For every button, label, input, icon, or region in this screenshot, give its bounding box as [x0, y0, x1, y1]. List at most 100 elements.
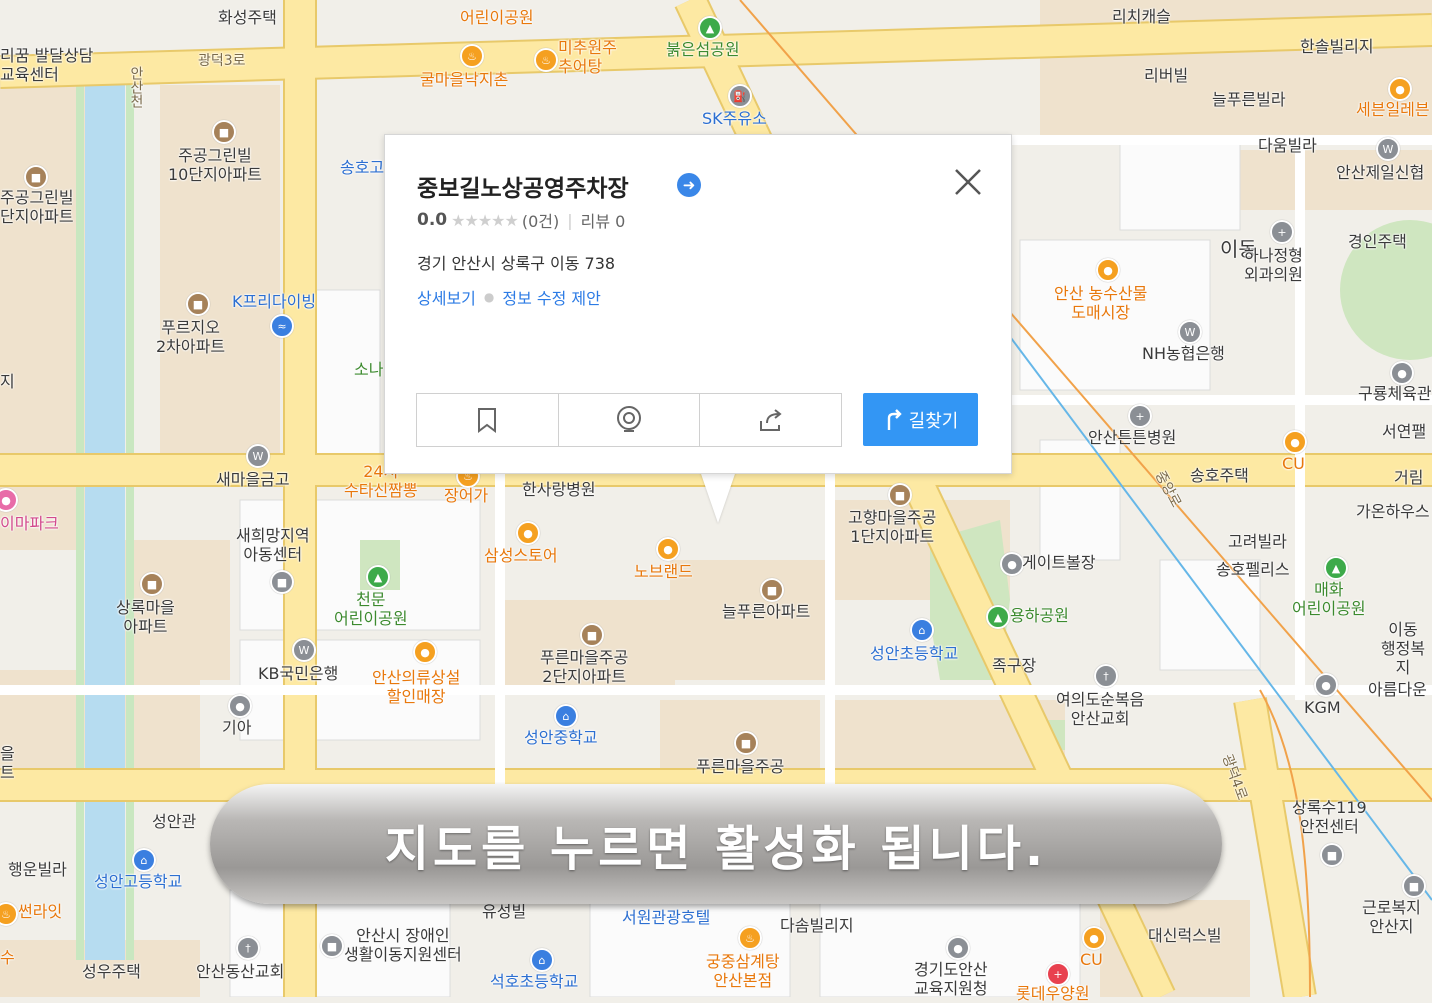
map-label[interactable]: 아름다운 — [1368, 680, 1427, 699]
map-label[interactable]: K프리다이빙 — [232, 292, 316, 311]
roadview-button[interactable] — [559, 394, 701, 446]
map-label[interactable]: 이동 행정복지 — [1374, 620, 1432, 677]
map-label[interactable]: 한솔빌리지 — [1300, 37, 1374, 56]
map-label[interactable]: 미추원주 추어탕 — [558, 38, 617, 76]
map-label[interactable]: 게이트볼장 — [1022, 553, 1096, 572]
school-icon[interactable]: ⌂ — [910, 618, 934, 642]
park-icon[interactable]: ▲ — [366, 565, 390, 589]
map-label[interactable]: 하나정형 외과의원 — [1244, 246, 1303, 284]
map-label[interactable]: 족구장 — [992, 656, 1036, 675]
church-icon[interactable]: † — [236, 936, 260, 960]
map-label[interactable]: 안산제일신협 — [1336, 163, 1424, 182]
map-label[interactable]: 성안고등학교 — [94, 872, 182, 891]
map-label[interactable]: 리꿈 발달상담 교육센터 — [0, 46, 93, 84]
map-label[interactable]: 성안초등학교 — [870, 644, 958, 663]
park-icon[interactable]: ▲ — [698, 16, 722, 40]
save-button[interactable] — [417, 394, 559, 446]
shopping-icon[interactable]: ● — [413, 640, 437, 664]
fire-station-icon[interactable]: ■ — [1320, 843, 1344, 867]
map-label[interactable]: 근로복지 안산지 — [1362, 898, 1421, 936]
map-label[interactable]: 이마파크 — [0, 514, 59, 533]
map-label[interactable]: 구룡체육관 — [1358, 384, 1432, 403]
map-label[interactable]: 안산튼튼병원 — [1088, 428, 1176, 447]
convenience-store-icon[interactable]: ● — [1082, 926, 1106, 950]
map-label[interactable]: 경인주택 — [1348, 232, 1407, 251]
map-label[interactable]: 고향마을주공 1단지아파트 — [848, 508, 936, 546]
map-label[interactable]: 지 — [0, 372, 15, 391]
map-label[interactable]: 주공그린빌 단지아파트 — [0, 188, 74, 226]
map-label[interactable]: 송호주택 — [1190, 466, 1249, 485]
detail-link[interactable]: 상세보기 — [417, 285, 476, 309]
map-label[interactable]: 롯데우양원 — [1016, 984, 1090, 1003]
office-icon[interactable]: ■ — [320, 934, 344, 958]
map-label[interactable]: 가온하우스 — [1356, 502, 1430, 521]
map-label[interactable]: 화성주택 — [218, 8, 277, 27]
hospital-icon[interactable]: + — [1270, 220, 1294, 244]
map-label[interactable]: CU — [1282, 454, 1305, 473]
map-label[interactable]: 송호펠리스 — [1216, 560, 1290, 579]
share-button[interactable] — [700, 394, 841, 446]
bank-icon[interactable]: W — [1178, 320, 1202, 344]
map-label[interactable]: 푸른마을주공 — [696, 757, 784, 776]
map-label[interactable]: 삼성스토어 — [484, 546, 558, 565]
place-title[interactable]: 중보길노상공영주차장 — [417, 169, 629, 203]
map-label[interactable]: 서원관광호텔 — [622, 908, 710, 927]
map-label[interactable]: NH농협은행 — [1142, 344, 1225, 363]
apartment-icon[interactable]: ■ — [888, 483, 912, 507]
shopping-icon[interactable]: ● — [656, 537, 680, 561]
map-label[interactable]: 썬라잇 — [18, 902, 62, 921]
apartment-icon[interactable]: ■ — [760, 578, 784, 602]
map-label[interactable]: 기아 — [222, 718, 251, 737]
map-label[interactable]: 행운빌라 — [8, 860, 67, 879]
map-label[interactable]: 안산의류상설 할인매장 — [372, 668, 460, 706]
hospital-icon[interactable]: + — [1128, 404, 1152, 428]
car-dealer-icon[interactable]: ● — [1314, 673, 1338, 697]
route-button[interactable]: 길찾기 — [863, 393, 978, 446]
activate-map-banner[interactable]: 지도를 누르면 활성화 됩니다. — [210, 784, 1222, 904]
bank-icon[interactable]: W — [1376, 137, 1400, 161]
map-label[interactable]: 소나 — [354, 360, 383, 379]
review-link[interactable]: 리뷰 0 — [581, 208, 626, 232]
sports-icon[interactable]: ≈ — [270, 314, 294, 338]
map-label[interactable]: 새마을금고 — [216, 470, 290, 489]
map-label[interactable]: 다움빌라 — [1258, 136, 1317, 155]
park-icon[interactable]: ▲ — [986, 605, 1010, 629]
restaurant-icon[interactable]: ♨ — [738, 926, 762, 950]
church-icon[interactable]: † — [1094, 664, 1118, 688]
bank-icon[interactable]: W — [246, 444, 270, 468]
gym-icon[interactable]: ● — [1390, 361, 1414, 385]
map-label[interactable]: 천문 어린이공원 — [334, 590, 408, 628]
map-label[interactable]: 푸르지오 2차아파트 — [156, 318, 225, 356]
apartment-icon[interactable]: ■ — [212, 120, 236, 144]
map-label[interactable]: 송호고 — [340, 158, 384, 177]
map-label[interactable]: KGM — [1304, 698, 1341, 717]
shopping-icon[interactable]: ● — [1096, 258, 1120, 282]
apartment-icon[interactable]: ■ — [580, 623, 604, 647]
gas-station-icon[interactable]: ⛽ — [728, 84, 752, 108]
map-label[interactable]: 장어가 — [444, 486, 488, 505]
map-label[interactable]: 세븐일레븐 — [1356, 100, 1430, 119]
map-label[interactable]: 거림 — [1394, 468, 1423, 487]
map-label[interactable]: 성우주택 — [82, 962, 141, 981]
map-label[interactable]: 경기도안산 교육지원청 — [914, 960, 988, 998]
convenience-store-icon[interactable]: ● — [1388, 77, 1412, 101]
map-label[interactable]: 늘푸른빌라 — [1212, 90, 1286, 109]
gateball-icon[interactable]: ● — [1000, 552, 1024, 576]
restaurant-icon[interactable]: ♨ — [460, 44, 484, 68]
map-label[interactable]: 리치캐슬 — [1112, 7, 1171, 26]
map-label[interactable]: 을 트 — [0, 744, 15, 782]
school-icon[interactable]: ⌂ — [554, 704, 578, 728]
map-label[interactable]: 새희망지역 아동센터 — [236, 526, 310, 564]
map-label[interactable]: 리버빌 — [1144, 66, 1188, 85]
map-label[interactable]: 서연팰 — [1382, 422, 1426, 441]
map-label[interactable]: 푸른마을주공 2단지아파트 — [540, 648, 628, 686]
map-label[interactable]: 궁중삼계탕 안산본점 — [706, 952, 780, 990]
bank-icon[interactable]: W — [292, 638, 316, 662]
map-label[interactable]: 한사랑병원 — [522, 480, 596, 499]
office-icon[interactable]: ■ — [270, 570, 294, 594]
map-label[interactable]: CU — [1080, 950, 1103, 969]
map-label[interactable]: 대신럭스빌 — [1148, 926, 1222, 945]
school-icon[interactable]: ⌂ — [530, 948, 554, 972]
map-label[interactable]: 노브랜드 — [634, 562, 693, 581]
map-label[interactable]: 굴마을낙지촌 — [420, 70, 508, 89]
